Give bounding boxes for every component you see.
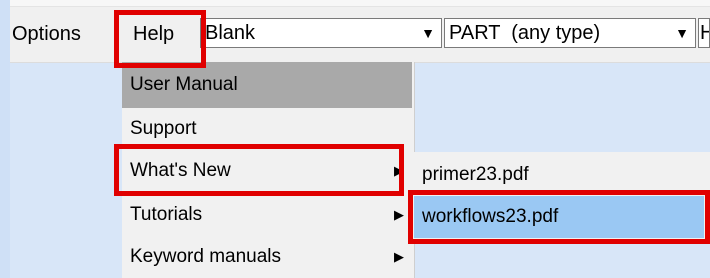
window-edge	[0, 0, 10, 278]
submenu-arrow-icon: ▶	[394, 207, 404, 222]
menu-item-label: Keyword manuals	[130, 246, 282, 267]
menu-item-support[interactable]: Support	[122, 108, 414, 150]
whats-new-submenu: primer23.pdf workflows23.pdf	[414, 152, 710, 242]
dropdown-arrow-icon: ▼	[675, 25, 689, 41]
menu-item-label: What's New	[130, 160, 231, 181]
submenu-item-label: primer23.pdf	[422, 164, 529, 185]
part-type-dropdown[interactable]: PART (any type) ▼	[444, 18, 696, 48]
menu-item-label: Tutorials	[130, 204, 203, 225]
toolbar-strip	[10, 0, 710, 7]
menu-item-keyword-manuals[interactable]: Keyword manuals ▶	[122, 236, 414, 278]
menu-bar: Options Help Blank ▼ PART (any type) ▼ H	[10, 0, 710, 63]
menu-item-tutorials[interactable]: Tutorials ▶	[122, 194, 414, 236]
menu-help[interactable]: Help	[133, 22, 174, 46]
model-dropdown-value: Blank	[205, 22, 256, 44]
menu-item-user-manual[interactable]: User Manual	[122, 62, 412, 108]
menu-item-whats-new[interactable]: What's New ▶	[122, 150, 414, 192]
submenu-item-label: workflows23.pdf	[422, 206, 559, 227]
submenu-arrow-icon: ▶	[394, 249, 404, 264]
dropdown-arrow-icon: ▼	[421, 25, 435, 41]
third-dropdown[interactable]: H	[698, 18, 710, 48]
menu-item-label: User Manual	[130, 74, 238, 95]
third-dropdown-value: H	[700, 22, 709, 44]
submenu-arrow-icon: ▶	[394, 163, 404, 178]
help-menu-dropdown: User Manual Support What's New ▶ Tutoria…	[122, 62, 415, 278]
submenu-item-workflows23[interactable]: workflows23.pdf	[414, 196, 704, 238]
menu-item-label: Support	[130, 118, 197, 139]
submenu-item-primer23[interactable]: primer23.pdf	[414, 154, 696, 196]
menu-options[interactable]: Options	[12, 22, 81, 46]
part-type-dropdown-value: PART (any type)	[449, 22, 601, 44]
model-dropdown[interactable]: Blank ▼	[200, 18, 442, 48]
